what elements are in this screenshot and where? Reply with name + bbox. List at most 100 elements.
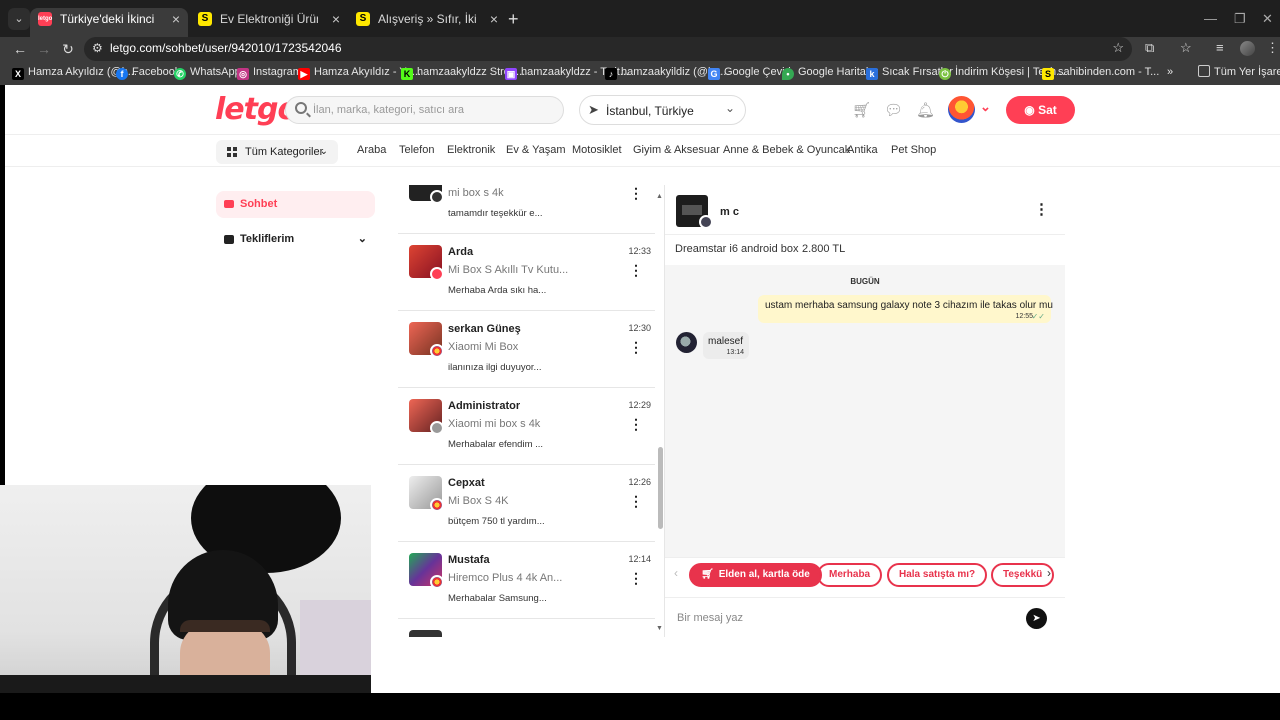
more-options-icon[interactable]: ⋮ [629, 571, 643, 585]
conversation-item[interactable]: mi box s 4k tamamdır teşekkür e... ⋮ [398, 185, 655, 234]
category-link[interactable]: Antika [847, 144, 878, 156]
sahibinden-favicon-icon: S [356, 12, 370, 26]
back-icon[interactable]: ← [10, 39, 30, 59]
close-tab-icon[interactable]: × [332, 8, 340, 30]
conversation-item[interactable]: Arda 12:33 Mi Box S Akıllı Tv Kutu... Me… [398, 234, 655, 311]
sahibinden-favicon-icon: S [198, 12, 212, 26]
bookmark-label: Tüm Yer İşaretleri [1214, 66, 1280, 78]
reload-icon[interactable]: ↻ [58, 39, 78, 59]
conversation-item[interactable]: Cepxat 12:26 Mi Box S 4K bütçem 750 tl y… [398, 465, 655, 542]
forward-icon[interactable]: → [34, 39, 54, 59]
bookmark-item[interactable]: • Google Haritalar [782, 65, 878, 80]
more-options-icon[interactable]: ⋮ [629, 494, 643, 508]
message-input[interactable]: Bir mesaj yaz [677, 612, 743, 624]
location-text: İstanbul, Türkiye [606, 104, 694, 118]
bookmark-item[interactable]: f Facebook [116, 65, 180, 80]
category-link[interactable]: Giyim & Aksesuar [633, 144, 720, 156]
user-avatar[interactable] [948, 96, 975, 123]
twitch-icon: ▣ [505, 68, 517, 80]
sidebar-item-chat[interactable]: Sohbet [216, 191, 375, 218]
chevron-down-icon[interactable]: ⌄ [980, 99, 991, 115]
bookmarks-overflow-button[interactable]: » [1167, 65, 1173, 80]
quick-reply-button[interactable]: Hala satışta mı? [887, 563, 988, 587]
scroll-down-icon[interactable]: ▼ [656, 625, 663, 632]
more-options-icon[interactable]: ⋮ [629, 263, 643, 277]
grid-icon [227, 147, 237, 157]
conversation-name: Administrator [448, 400, 521, 412]
category-link[interactable]: Motosiklet [572, 144, 622, 156]
cart-icon: 🛒︎ [701, 569, 714, 580]
day-separator: BUGÜN [850, 277, 880, 286]
category-link[interactable]: Araba [357, 144, 386, 156]
sell-button[interactable]: ◉ Sat [1006, 96, 1075, 124]
chat-panel: m c ⋮ Dreamstar i6 android box 2.800 TL … [664, 185, 1065, 637]
browser-tab-2[interactable]: S Ev Elektroniği Ürünleri & Fiyatla × [190, 8, 348, 37]
category-link[interactable]: Ev & Yaşam [506, 144, 566, 156]
chat-bubble-icon[interactable]: 💬︎ [884, 101, 903, 119]
conversation-product: Mi Box S Akıllı Tv Kutu... [448, 264, 569, 276]
bookmarks-icon[interactable]: ☆ [1180, 40, 1192, 56]
close-tab-icon[interactable]: × [172, 8, 180, 30]
conversation-last-message: tamamdır teşekkür e... [448, 208, 543, 219]
location-arrow-icon: ➤ [588, 102, 599, 117]
chevron-right-icon[interactable]: › [1047, 566, 1051, 580]
search-input[interactable]: İlan, marka, kategori, satıcı ara [285, 96, 564, 124]
conversation-item[interactable]: Mustafa 12:14 Hiremco Plus 4 4k An... Me… [398, 542, 655, 619]
conversation-product: Xiaomi mi box s 4k [448, 418, 541, 430]
chevron-down-icon: ⌄ [357, 233, 367, 245]
send-icon[interactable]: ➤ [1026, 608, 1047, 629]
all-categories-button[interactable]: Tüm Kategoriler ⌄ [216, 140, 338, 164]
conversation-item[interactable]: Administrator 12:29 Xiaomi mi box s 4k M… [398, 388, 655, 465]
chevron-left-icon[interactable]: ‹ [674, 566, 678, 580]
new-tab-button[interactable]: + [508, 8, 519, 30]
address-bar[interactable]: ⚙ letgo.com/sohbet/user/942010/172354204… [84, 37, 1132, 61]
more-options-icon[interactable]: ⋮ [629, 417, 643, 431]
sidebar-item-offers[interactable]: Tekliflerim ⌄ [216, 226, 375, 253]
category-link[interactable]: Pet Shop [891, 144, 936, 156]
more-options-icon[interactable]: ⋮ [629, 340, 643, 354]
conversation-item[interactable]: serkan Güneş 12:30 Xiaomi Mi Box ilanını… [398, 311, 655, 388]
more-options-icon[interactable]: ⋮ [629, 186, 643, 200]
browser-menu-icon[interactable]: ⋮ [1266, 40, 1279, 56]
message-time: 13:14 [726, 349, 744, 356]
notification-bell-icon[interactable]: 🔔︎ [916, 101, 935, 119]
site-info-icon[interactable]: ⚙ [92, 41, 103, 55]
maximize-icon[interactable]: ❐ [1234, 8, 1246, 30]
chat-product-title[interactable]: Dreamstar i6 android box [675, 243, 799, 255]
bookmark-item[interactable]: Ssahibinden.com - T... [1042, 65, 1159, 80]
bookmark-item[interactable]: G Google Çeviri [708, 65, 791, 80]
browser-tab-3[interactable]: S Alışveriş » Sıfır, İkinci El Ürünleri … [348, 8, 506, 37]
product-thumbnail [409, 630, 442, 637]
all-bookmarks-button[interactable]: Tüm Yer İşaretleri [1198, 65, 1280, 80]
extensions-icon[interactable]: ⧉ [1145, 40, 1154, 56]
more-options-icon[interactable]: ⋮ [1034, 202, 1049, 217]
conversation-name: serkan Güneş [448, 323, 521, 335]
google-translate-icon: G [708, 68, 720, 80]
conversation-item[interactable] [398, 619, 655, 637]
browser-tab-letgo[interactable]: letgo Türkiye'deki İkinci El Eşyaları Al… [30, 8, 188, 37]
cart-icon[interactable]: 🛒︎ [852, 101, 871, 119]
bookmark-item[interactable]: ◎ Instagram [237, 65, 302, 80]
close-window-icon[interactable]: ✕ [1262, 8, 1273, 30]
quick-reply-button[interactable]: Merhaba [817, 563, 883, 587]
bookmark-star-icon[interactable]: ☆ [1112, 40, 1124, 56]
incoming-message: malesef 13:14 [703, 332, 749, 359]
quick-reply-button[interactable]: Teşekkü [991, 563, 1055, 587]
category-link[interactable]: Elektronik [447, 144, 495, 156]
category-link[interactable]: Anne & Bebek & Oyuncak [723, 144, 850, 156]
close-tab-icon[interactable]: × [490, 8, 498, 30]
location-selector[interactable]: ➤ İstanbul, Türkiye ⌄ [579, 95, 746, 125]
quick-reply-buy-button[interactable]: 🛒︎ Elden al, kartla öde [689, 563, 822, 587]
whatsapp-icon: ✆ [174, 68, 186, 80]
conversation-scrollbar[interactable] [658, 447, 663, 529]
chat-user-name[interactable]: m c [720, 206, 739, 218]
scroll-up-icon[interactable]: ▲ [656, 193, 663, 200]
minimize-icon[interactable]: — [1204, 8, 1217, 30]
instagram-icon: ◎ [237, 68, 249, 80]
tab-search-button[interactable]: ⌄ [8, 8, 30, 30]
bookmark-item[interactable]: ✆ WhatsApp [174, 65, 241, 80]
media-icon[interactable]: ≡ [1216, 40, 1224, 55]
category-link[interactable]: Telefon [399, 144, 434, 156]
avatar[interactable] [699, 215, 713, 229]
profile-avatar[interactable] [1240, 41, 1255, 56]
